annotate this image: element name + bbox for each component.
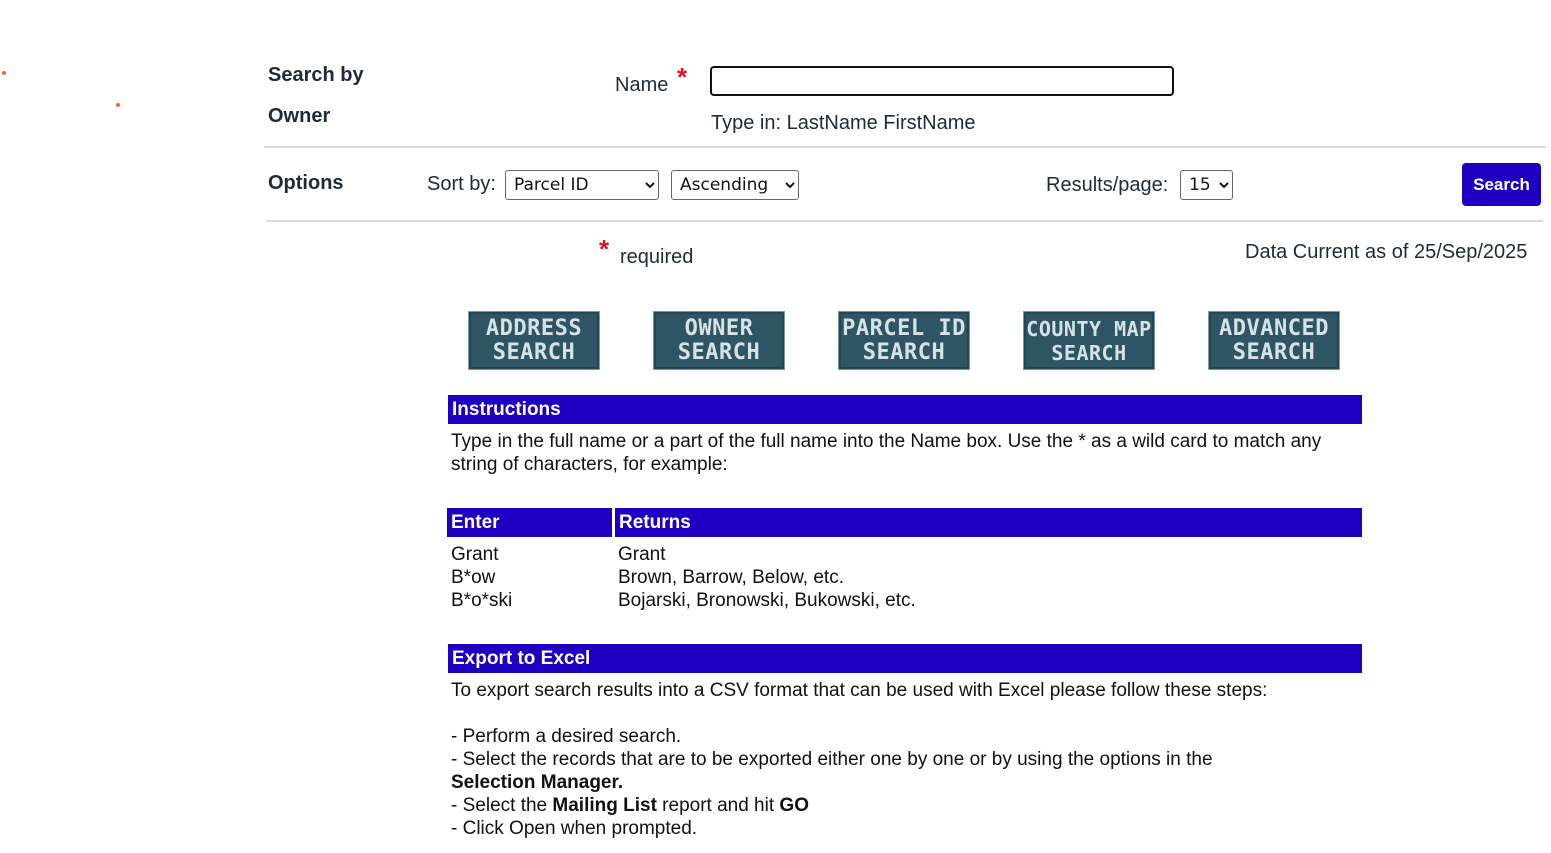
instructions-text: Type in the full name or a part of the f… <box>451 431 1322 475</box>
name-hint: Type in: LastName FirstName <box>711 112 976 134</box>
returns-cell: Grant <box>618 544 666 565</box>
nav-label-line2: SEARCH <box>677 339 761 365</box>
address-search-button[interactable]: ADDRESS SEARCH <box>468 311 600 370</box>
returns-column-header: Returns <box>615 508 1362 537</box>
results-per-page-select[interactable]: 15 <box>1180 170 1233 200</box>
nav-label-line1: COUNTY MAP <box>1026 316 1152 341</box>
results-per-page-label: Results/page: <box>1046 174 1169 196</box>
export-step-3: - Select the Mailing List report and hit… <box>451 794 809 817</box>
export-step-1: - Perform a desired search. <box>451 726 682 747</box>
step3-prefix: - Select the <box>451 795 553 816</box>
owner-search-button[interactable]: OWNER SEARCH <box>653 311 785 370</box>
nav-label-line2: SEARCH <box>1232 339 1316 365</box>
returns-cell: Bojarski, Bronowski, Bukowski, etc. <box>618 590 916 611</box>
data-current-date: Data Current as of 25/Sep/2025 <box>1245 241 1528 263</box>
nav-label-line1: PARCEL ID <box>842 315 966 341</box>
instructions-header: Instructions <box>448 395 1362 424</box>
search-label-line2: Owner <box>268 105 331 127</box>
mailing-list-text: Mailing List <box>552 795 657 816</box>
nav-label-line2: SEARCH <box>862 339 946 365</box>
county-map-search-button[interactable]: COUNTY MAP SEARCH <box>1023 311 1155 370</box>
sort-field-select[interactable]: Parcel ID <box>505 170 659 200</box>
enter-cell: Grant <box>451 544 499 565</box>
nav-label-line2: SEARCH <box>492 339 576 365</box>
required-star: * <box>677 62 688 92</box>
go-text: GO <box>779 795 809 816</box>
export-intro: To export search results into a CSV form… <box>451 680 1268 701</box>
advanced-search-button[interactable]: ADVANCED SEARCH <box>1208 311 1340 370</box>
required-note: required <box>620 246 694 268</box>
nav-label-line2: SEARCH <box>1051 340 1127 365</box>
sort-order-select[interactable]: Ascending <box>671 170 799 200</box>
search-section-label: Search by Owner <box>268 55 364 137</box>
enter-cell: B*o*ski <box>451 590 513 611</box>
enter-cell: B*ow <box>451 567 496 588</box>
name-input[interactable] <box>710 66 1174 96</box>
search-label-line1: Search by <box>268 64 364 86</box>
step3-middle: report and hit <box>656 795 780 816</box>
export-header: Export to Excel <box>448 644 1362 673</box>
sort-label: Sort by: <box>427 173 496 195</box>
parcel-id-search-button[interactable]: PARCEL ID SEARCH <box>838 311 970 370</box>
name-label: Name <box>615 74 669 96</box>
bullet-dot <box>116 103 120 107</box>
export-step-2-bold: Selection Manager. <box>451 772 624 793</box>
divider <box>266 220 1543 222</box>
divider <box>264 146 1546 148</box>
required-star: * <box>599 234 610 264</box>
enter-column-header: Enter <box>447 508 612 537</box>
export-step-2: - Select the records that are to be expo… <box>451 749 1213 770</box>
nav-label-line1: ADVANCED <box>1219 315 1329 341</box>
returns-cell: Brown, Barrow, Below, etc. <box>618 567 844 588</box>
bullet-dot <box>2 71 6 75</box>
options-label: Options <box>268 172 344 194</box>
search-button[interactable]: Search <box>1462 163 1541 206</box>
nav-label-line1: ADDRESS <box>485 315 583 341</box>
nav-label-line1: OWNER <box>684 315 754 341</box>
export-step-4: - Click Open when prompted. <box>451 818 698 839</box>
